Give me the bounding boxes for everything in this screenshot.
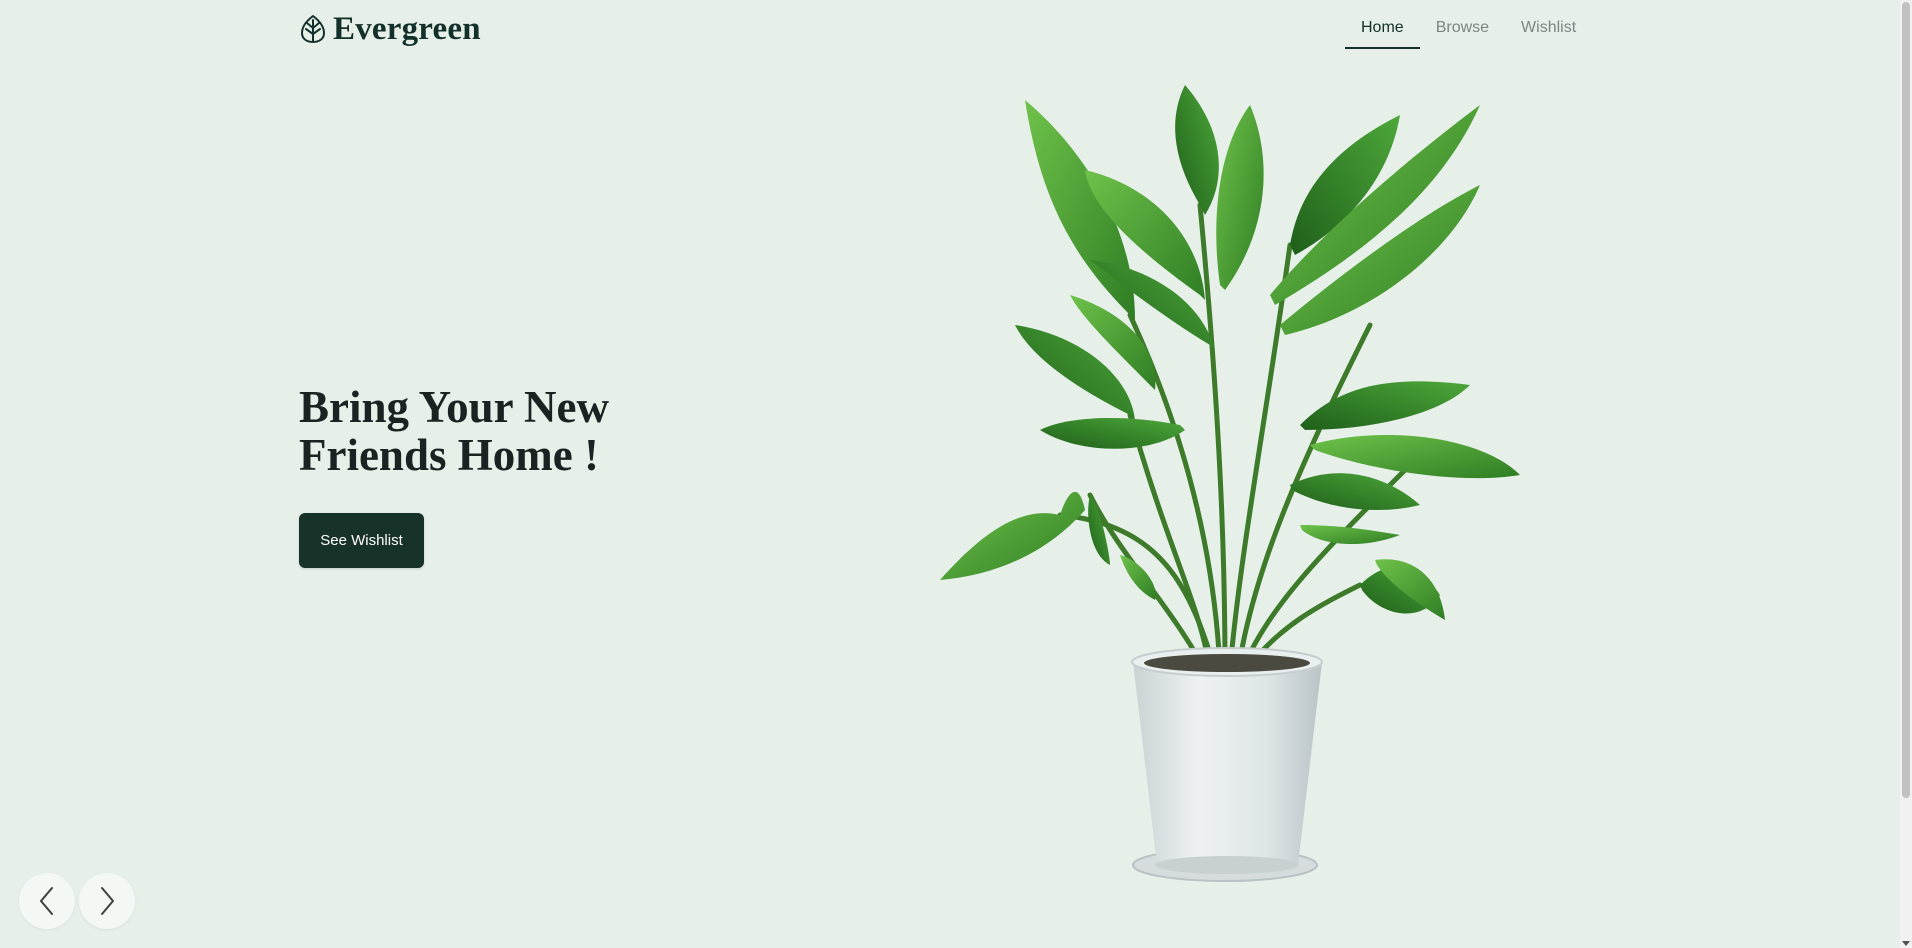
nav-item-wishlist[interactable]: Wishlist (1505, 0, 1592, 50)
vertical-scrollbar[interactable] (1900, 0, 1912, 948)
brand-logo[interactable]: Evergreen (299, 12, 481, 46)
nav-item-home[interactable]: Home (1345, 0, 1420, 50)
brand-name: Evergreen (333, 11, 481, 47)
scroll-down-icon[interactable] (1902, 941, 1910, 946)
chevron-right-icon (96, 886, 118, 916)
carousel-next-button[interactable] (79, 873, 135, 929)
hero-title: Bring Your New Friends Home ! (299, 383, 719, 479)
nav-item-browse[interactable]: Browse (1420, 0, 1505, 50)
carousel-prev-button[interactable] (19, 873, 75, 929)
leaf-icon (299, 14, 327, 44)
scrollbar-thumb[interactable] (1902, 2, 1910, 798)
main-nav: Home Browse Wishlist (1345, 0, 1592, 50)
page: Evergreen Home Browse Wishlist Bring You… (0, 0, 1912, 948)
potted-plant-image (920, 85, 1530, 905)
hero-title-line-1: Bring Your New (299, 382, 610, 432)
hero-title-line-2: Friends Home ! (299, 430, 599, 480)
chevron-left-icon (36, 886, 58, 916)
see-wishlist-button[interactable]: See Wishlist (299, 513, 424, 568)
